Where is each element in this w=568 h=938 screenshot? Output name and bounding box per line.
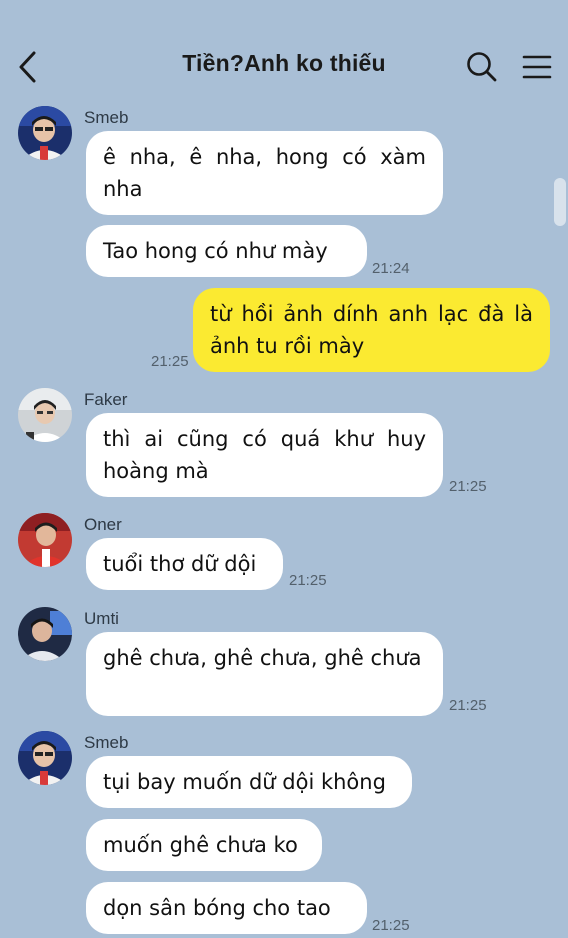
message-time: 21:25 <box>151 353 189 370</box>
sender-name: Faker <box>84 390 128 409</box>
message-time: 21:24 <box>372 260 410 277</box>
sender-name: Umti <box>84 609 119 628</box>
message-bubble[interactable]: Tao hong có như mày <box>86 225 367 277</box>
chat-header: Tiền?Anh ko thiếu <box>0 0 568 100</box>
avatar-smeb[interactable] <box>18 106 72 160</box>
search-icon <box>467 52 497 82</box>
message-time: 21:25 <box>372 917 410 934</box>
message-bubble[interactable]: tuổi thơ dữ dội <box>86 538 283 590</box>
scrollbar-thumb[interactable] <box>554 178 566 226</box>
sender-name: Smeb <box>84 108 129 127</box>
message-time: 21:25 <box>449 697 487 714</box>
search-button[interactable] <box>465 50 499 84</box>
message-bubble[interactable]: tụi bay muốn dữ dội không <box>86 756 412 808</box>
menu-button[interactable] <box>520 52 554 82</box>
message-time: 21:25 <box>289 572 327 589</box>
message-bubble[interactable]: dọn sân bóng cho tao <box>86 882 367 934</box>
sender-name: Oner <box>84 515 122 534</box>
message-time: 21:25 <box>449 478 487 495</box>
sender-name: Smeb <box>84 733 129 752</box>
avatar-oner[interactable] <box>18 513 72 567</box>
my-message-bubble[interactable]: từ hồi ảnh dính anh lạc đà là ảnh tu rồi… <box>193 288 550 372</box>
message-bubble[interactable]: ê nha, ê nha, hong có xàm nha <box>86 131 443 215</box>
message-bubble[interactable]: ghê chưa, ghê chưa, ghê chưa <box>86 632 443 716</box>
menu-icon <box>522 55 552 79</box>
avatar-smeb[interactable] <box>18 731 72 785</box>
avatar-faker[interactable] <box>18 388 72 442</box>
message-bubble[interactable]: thì ai cũng có quá khư huy hoàng mà <box>86 413 443 497</box>
message-bubble[interactable]: muốn ghê chưa ko <box>86 819 322 871</box>
avatar-umti[interactable] <box>18 607 72 661</box>
